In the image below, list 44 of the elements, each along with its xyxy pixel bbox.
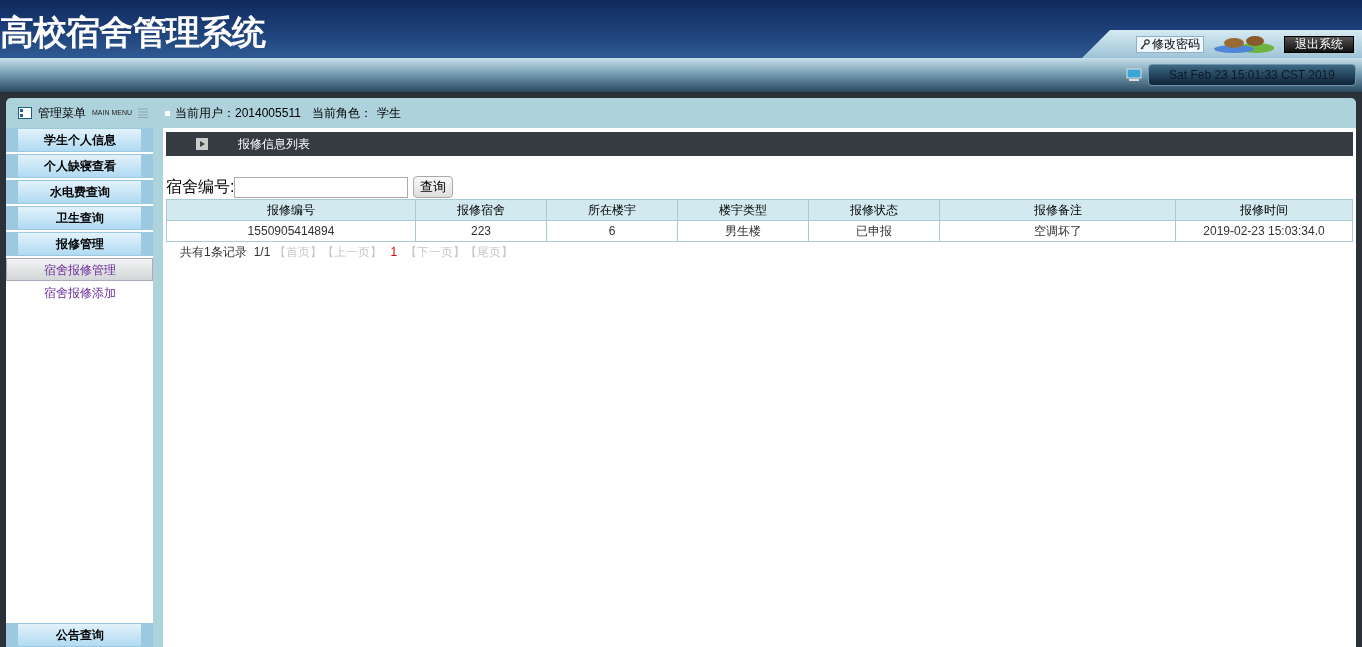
table-cell: 6 xyxy=(546,220,678,242)
column-header: 报修编号 xyxy=(166,199,416,221)
menu-group-button[interactable]: 卫生查询 xyxy=(6,206,153,230)
menu-group-button[interactable]: 报修管理 xyxy=(6,232,153,256)
logout-button[interactable]: 退出系统 xyxy=(1284,35,1354,53)
table-cell: 1550905414894 xyxy=(166,220,416,242)
datetime-display: Sat Feb 23 15:01:33 CST 2019 xyxy=(1148,64,1356,86)
menu-group-button[interactable]: 学生个人信息 xyxy=(6,128,153,152)
change-password-button[interactable]: 修改密码 xyxy=(1136,35,1204,53)
column-header: 报修状态 xyxy=(808,199,940,221)
user-id: 2014005511 xyxy=(235,105,301,122)
users-icon xyxy=(1212,35,1276,53)
menu-group-button[interactable]: 个人缺寝查看 xyxy=(6,154,153,178)
column-header: 报修时间 xyxy=(1175,199,1353,221)
search-button[interactable]: 查询 xyxy=(413,176,454,198)
current-page: 1 xyxy=(389,244,399,261)
menu-title: 管理菜单 xyxy=(38,105,86,122)
key-icon xyxy=(1140,38,1150,50)
menu-group-button[interactable]: 公告查询 xyxy=(6,623,153,647)
bullet-icon xyxy=(165,110,170,116)
monitor-icon xyxy=(1126,68,1142,82)
table-cell: 223 xyxy=(415,220,547,242)
column-header: 楼宇类型 xyxy=(677,199,809,221)
table-cell: 空调坏了 xyxy=(939,220,1176,242)
column-header: 报修备注 xyxy=(939,199,1176,221)
app-title: 高校宿舍管理系统 xyxy=(0,14,266,50)
search-label: 宿舍编号: xyxy=(166,177,235,197)
panel-title: 报修信息列表 xyxy=(238,136,310,153)
column-header: 所在楼宇 xyxy=(546,199,678,221)
menu-group-button[interactable]: 水电费查询 xyxy=(6,180,153,204)
table-cell: 男生楼 xyxy=(677,220,809,242)
menu-panel-icon xyxy=(18,107,32,119)
page-indicator: 1/1 xyxy=(253,244,271,261)
role-label: 当前角色： xyxy=(311,105,372,122)
search-field[interactable] xyxy=(234,176,409,198)
lines-icon xyxy=(138,108,149,118)
play-icon xyxy=(196,138,208,150)
table-cell: 2019-02-23 15:03:34.0 xyxy=(1175,220,1353,242)
column-header: 报修宿舍 xyxy=(415,199,547,221)
record-count: 共有1条记录 xyxy=(180,244,247,261)
table-cell: 已申报 xyxy=(808,220,940,242)
role-value: 学生 xyxy=(376,105,401,122)
user-label: 当前用户： xyxy=(175,105,235,122)
menu-item[interactable]: 宿舍报修管理 xyxy=(6,258,153,281)
